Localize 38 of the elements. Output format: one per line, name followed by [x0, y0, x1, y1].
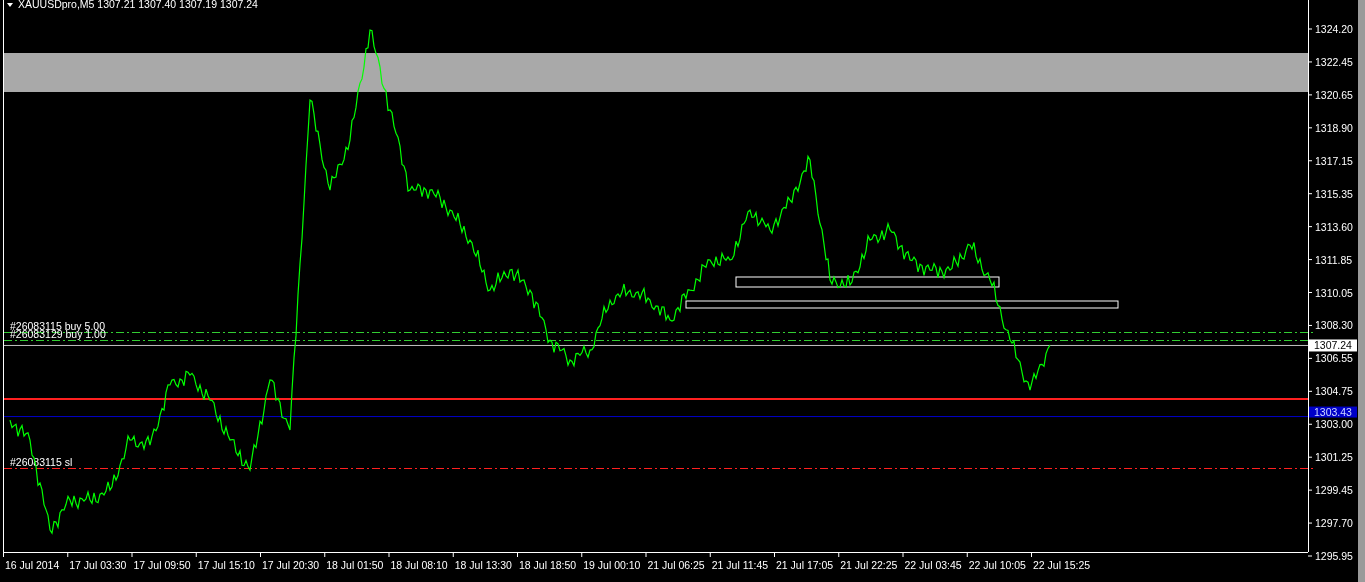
- time-tick-label: 16 Jul 2014: [5, 559, 60, 571]
- time-tick-label: 22 Jul 03:45: [904, 559, 962, 571]
- price-tick-label: 1322.45: [1315, 55, 1353, 68]
- time-tick-label: 22 Jul 10:05: [968, 559, 1026, 571]
- time-tick-label: 17 Jul 09:50: [133, 559, 191, 571]
- price-tick-label: 1313.60: [1315, 220, 1353, 233]
- price-tick-label: 1299.45: [1315, 484, 1353, 497]
- time-tick-label: 21 Jul 22:25: [840, 559, 898, 571]
- price-marker: 1307.24: [1309, 339, 1357, 352]
- price-tick-label: 1311.85: [1315, 253, 1353, 266]
- price-tick-label: 1295.95: [1315, 550, 1353, 562]
- chart-title: XAUUSDpro,M5 1307.21 1307.40 1307.19 1307.24: [18, 0, 258, 10]
- time-tick-label: 21 Jul 11:45: [711, 559, 769, 571]
- time-tick-label: 18 Jul 01:50: [326, 559, 384, 571]
- time-tick-label: 18 Jul 18:50: [519, 559, 577, 571]
- price-tick-label: 1306.55: [1315, 352, 1353, 365]
- time-tick-label: 21 Jul 17:05: [776, 559, 834, 571]
- price-tick-label: 1297.70: [1315, 517, 1353, 530]
- time-tick-label: 17 Jul 03:30: [69, 559, 127, 571]
- time-tick-label: 18 Jul 13:30: [454, 559, 512, 571]
- time-tick-label: 22 Jul 15:25: [1033, 559, 1091, 571]
- price-tick-label: 1301.25: [1315, 451, 1353, 464]
- time-tick-label: 19 Jul 00:10: [583, 559, 641, 571]
- time-tick-label: 18 Jul 08:10: [390, 559, 448, 571]
- price-tick-label: 1317.15: [1315, 154, 1353, 167]
- price-tick-label: 1308.30: [1315, 319, 1353, 332]
- price-tick-label: 1315.35: [1315, 187, 1353, 200]
- dropdown-triangle-icon[interactable]: [7, 3, 13, 7]
- price-tick-label: 1320.65: [1315, 88, 1353, 101]
- price-tick-label: 1304.75: [1315, 385, 1353, 398]
- price-tick-label: 1310.05: [1315, 286, 1353, 299]
- time-tick-label: 17 Jul 20:30: [262, 559, 320, 571]
- time-tick-label: 21 Jul 06:25: [647, 559, 705, 571]
- price-tick-label: 1303.00: [1315, 418, 1353, 431]
- price-tick-label: 1318.90: [1315, 121, 1353, 134]
- price-marker: 1303.43: [1309, 405, 1357, 418]
- time-tick-label: 17 Jul 15:10: [197, 559, 255, 571]
- price-tick-label: 1324.20: [1315, 23, 1353, 35]
